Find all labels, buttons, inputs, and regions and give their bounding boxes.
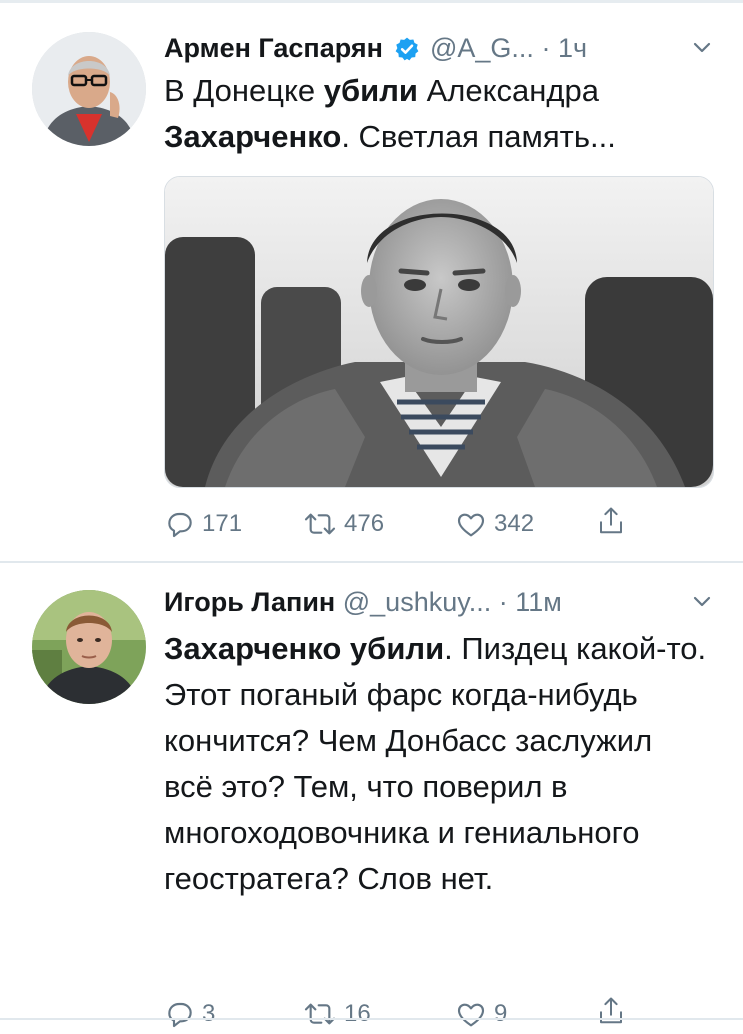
retweet-count: 476 bbox=[344, 510, 385, 537]
tweet-time[interactable]: 11м bbox=[515, 587, 562, 617]
retweet-icon bbox=[304, 1003, 336, 1025]
separator-dot: · bbox=[498, 587, 508, 617]
tweet-2[interactable]: Игорь Лапин @_ushkuy... · 11м Захарченко… bbox=[0, 562, 743, 1028]
share-button[interactable] bbox=[596, 994, 632, 1028]
reply-count: 3 bbox=[202, 1000, 216, 1027]
avatar[interactable] bbox=[32, 32, 146, 146]
like-button[interactable]: 9 bbox=[454, 994, 507, 1034]
like-button[interactable]: 342 bbox=[454, 504, 534, 544]
reply-button[interactable]: 3 bbox=[164, 994, 215, 1034]
share-button[interactable] bbox=[596, 504, 632, 538]
author-name[interactable]: Армен Гаспарян bbox=[164, 33, 383, 63]
retweet-button[interactable]: 476 bbox=[302, 504, 384, 544]
retweet-icon bbox=[304, 513, 336, 535]
tweet-text-segment: . Светлая память... bbox=[341, 119, 616, 154]
tweet-text: В Донецке убили Александра Захарченко. С… bbox=[164, 68, 709, 160]
tweet-actions: 171 476 342 bbox=[164, 504, 683, 544]
reply-icon bbox=[168, 1002, 192, 1028]
bottom-divider bbox=[0, 1018, 743, 1020]
avatar[interactable] bbox=[32, 590, 146, 704]
author-handle[interactable]: @A_G... bbox=[430, 33, 534, 63]
reply-icon bbox=[168, 512, 192, 538]
separator-dot: · bbox=[541, 33, 551, 63]
retweet-button[interactable]: 16 bbox=[302, 994, 371, 1034]
reply-count: 171 bbox=[202, 510, 243, 537]
like-count: 342 bbox=[494, 510, 535, 537]
share-icon bbox=[600, 997, 622, 1024]
tweet-text-segment: . Пиздец какой-то. Этот поганый фарс ког… bbox=[164, 631, 707, 896]
tweet-text-segment: В Донецке bbox=[164, 73, 324, 108]
retweet-count: 16 bbox=[344, 1000, 371, 1027]
tweet-text-segment: Александра bbox=[417, 73, 599, 108]
like-icon bbox=[457, 513, 485, 537]
tweet-actions: 3 16 9 bbox=[164, 994, 683, 1034]
tweet-header: Игорь Лапин @_ushkuy... · 11м bbox=[164, 582, 719, 622]
author-handle[interactable]: @_ushkuy... bbox=[343, 587, 491, 617]
verified-badge-icon bbox=[394, 33, 420, 73]
author-name[interactable]: Игорь Лапин bbox=[164, 587, 335, 617]
tweet-text: Захарченко убили. Пиздец какой-то. Этот … bbox=[164, 626, 709, 902]
tweet-text-bold-segment: убили bbox=[323, 73, 418, 108]
tweet-text-bold-segment: Захарченко bbox=[164, 119, 342, 154]
tweet-time[interactable]: 1ч bbox=[558, 33, 587, 63]
like-icon bbox=[457, 1003, 485, 1027]
tweet-header: Армен Гаспарян @A_G... · 1ч bbox=[164, 28, 719, 68]
like-count: 9 bbox=[494, 1000, 508, 1027]
reply-button[interactable]: 171 bbox=[164, 504, 242, 544]
tweet-1[interactable]: Армен Гаспарян @A_G... · 1ч В Донецке уб… bbox=[0, 0, 743, 562]
tweet-media-photo[interactable] bbox=[164, 176, 714, 488]
share-icon bbox=[600, 507, 622, 534]
tweet-text-bold-segment: Захарченко убили bbox=[164, 631, 445, 666]
